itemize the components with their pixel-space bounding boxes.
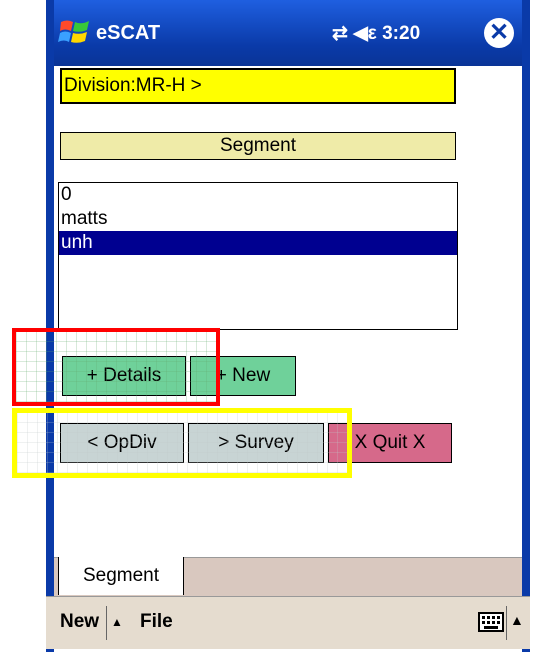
list-item[interactable]: unh bbox=[59, 231, 457, 255]
close-icon[interactable]: ✕ bbox=[484, 18, 514, 48]
new-button[interactable]: + New bbox=[190, 356, 296, 396]
status-icons: ⇄ ◀ε 3:20 bbox=[332, 23, 421, 44]
list-item[interactable]: matts bbox=[59, 207, 457, 231]
menu-separator bbox=[506, 606, 507, 640]
quit-button[interactable]: X Quit X bbox=[328, 423, 452, 463]
right-frame bbox=[522, 0, 530, 652]
survey-button[interactable]: > Survey bbox=[188, 423, 324, 463]
up-arrow-icon[interactable]: ▲ bbox=[111, 615, 123, 629]
menu-file[interactable]: File bbox=[140, 611, 173, 633]
opdiv-button[interactable]: < OpDiv bbox=[60, 423, 184, 463]
menu-new[interactable]: New bbox=[60, 611, 99, 633]
menu-separator bbox=[106, 606, 107, 640]
segment-list[interactable]: 0 matts unh bbox=[58, 182, 458, 330]
segment-header: Segment bbox=[60, 132, 456, 160]
input-menu-arrow-icon[interactable]: ▲ bbox=[510, 612, 524, 628]
left-frame bbox=[46, 0, 54, 652]
details-button[interactable]: + Details bbox=[62, 356, 186, 396]
tab-segment[interactable]: Segment bbox=[58, 557, 184, 595]
division-selector[interactable]: Division:MR-H > bbox=[60, 68, 456, 104]
app-title: eSCAT bbox=[96, 22, 161, 44]
keyboard-icon[interactable] bbox=[478, 612, 504, 632]
windows-logo-icon[interactable] bbox=[58, 16, 92, 50]
list-item[interactable]: 0 bbox=[59, 183, 457, 207]
